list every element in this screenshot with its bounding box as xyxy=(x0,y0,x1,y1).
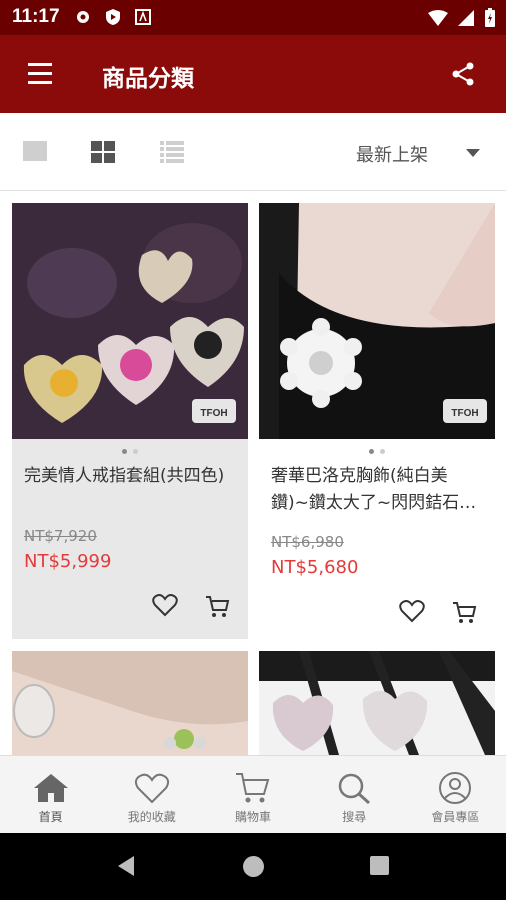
list-view-icon xyxy=(160,141,184,163)
svg-text:TFOH: TFOH xyxy=(200,408,227,419)
status-system-icons xyxy=(428,8,496,28)
nav-cart[interactable]: 購物車 xyxy=(202,756,303,833)
piano-rings-image xyxy=(259,651,495,755)
recents-button[interactable] xyxy=(370,856,389,875)
product-grid: TFOH 完美情人戒指套組(共四色) NT$7,920 NT$5,999 TFO… xyxy=(0,192,506,755)
status-bar: 11:17 xyxy=(0,0,506,35)
cart-icon[interactable] xyxy=(204,593,230,619)
app-bar: 商品分類 xyxy=(0,35,506,113)
product-card[interactable] xyxy=(12,651,248,755)
nav-label: 搜尋 xyxy=(342,810,367,824)
heart-icon[interactable] xyxy=(399,599,425,623)
grid-view-button[interactable] xyxy=(91,141,117,163)
product-card[interactable] xyxy=(259,651,495,755)
product-image[interactable] xyxy=(12,651,248,755)
share-icon[interactable] xyxy=(450,61,476,87)
svg-text:TFOH: TFOH xyxy=(451,408,478,419)
font-icon xyxy=(135,9,151,25)
heart-icon[interactable] xyxy=(152,593,178,617)
ring-set-image: TFOH xyxy=(12,203,248,439)
battery-icon xyxy=(485,8,495,27)
original-price: NT$6,980 xyxy=(271,533,344,551)
grid-view-icon xyxy=(91,141,115,163)
product-image[interactable]: TFOH xyxy=(12,203,248,439)
nav-label: 會員專區 xyxy=(431,810,480,824)
product-card[interactable]: TFOH 完美情人戒指套組(共四色) NT$7,920 NT$5,999 xyxy=(12,203,248,639)
product-name[interactable]: 完美情人戒指套組(共四色) xyxy=(12,463,248,519)
single-view-icon xyxy=(23,141,47,161)
page-title: 商品分類 xyxy=(102,66,194,92)
settings-icon xyxy=(77,11,89,23)
nav-member[interactable]: 會員專區 xyxy=(405,756,506,833)
back-icon[interactable] xyxy=(116,855,136,877)
system-nav-bar xyxy=(0,833,506,900)
nav-search[interactable]: 搜尋 xyxy=(304,756,405,833)
nav-label: 購物車 xyxy=(235,810,272,824)
image-pager xyxy=(259,439,495,463)
brooch-image: TFOH xyxy=(259,203,495,439)
shield-icon xyxy=(106,9,120,25)
original-price: NT$7,920 xyxy=(24,527,97,545)
chevron-down-icon[interactable] xyxy=(466,149,480,157)
image-pager xyxy=(12,439,248,463)
sale-price: NT$5,999 xyxy=(24,551,112,572)
product-name[interactable]: 奢華巴洛克胸飾(純白美鑽)~鑽太大了~閃閃銡石… xyxy=(259,463,495,519)
sale-price: NT$5,680 xyxy=(271,557,359,578)
wifi-icon xyxy=(428,10,448,26)
search-icon xyxy=(338,773,371,804)
status-notification-icons xyxy=(74,8,152,26)
sort-dropdown-label[interactable]: 最新上架 xyxy=(356,141,428,167)
menu-icon[interactable] xyxy=(28,63,52,84)
product-image[interactable] xyxy=(259,651,495,755)
heart-icon xyxy=(134,773,169,804)
bottom-nav: 首頁 我的收藏 購物車 搜尋 會員專區 xyxy=(0,755,506,833)
nav-home[interactable]: 首頁 xyxy=(0,756,101,833)
bracelet-image xyxy=(12,651,248,755)
product-card[interactable]: TFOH 奢華巴洛克胸飾(純白美鑽)~鑽太大了~閃閃銡石… NT$6,980 N… xyxy=(259,203,495,639)
home-button[interactable] xyxy=(243,856,264,877)
cart-icon[interactable] xyxy=(451,599,477,625)
nav-favorites[interactable]: 我的收藏 xyxy=(101,756,202,833)
view-toolbar: 最新上架 xyxy=(0,113,506,191)
nav-label: 我的收藏 xyxy=(127,810,176,824)
single-view-button[interactable] xyxy=(23,141,49,163)
status-time: 11:17 xyxy=(12,6,60,27)
user-icon xyxy=(439,772,472,804)
signal-icon xyxy=(458,10,474,26)
nav-label: 首頁 xyxy=(38,810,63,824)
home-icon xyxy=(33,774,68,802)
cart-icon xyxy=(236,773,270,803)
product-image[interactable]: TFOH xyxy=(259,203,495,439)
list-view-button[interactable] xyxy=(160,141,186,163)
